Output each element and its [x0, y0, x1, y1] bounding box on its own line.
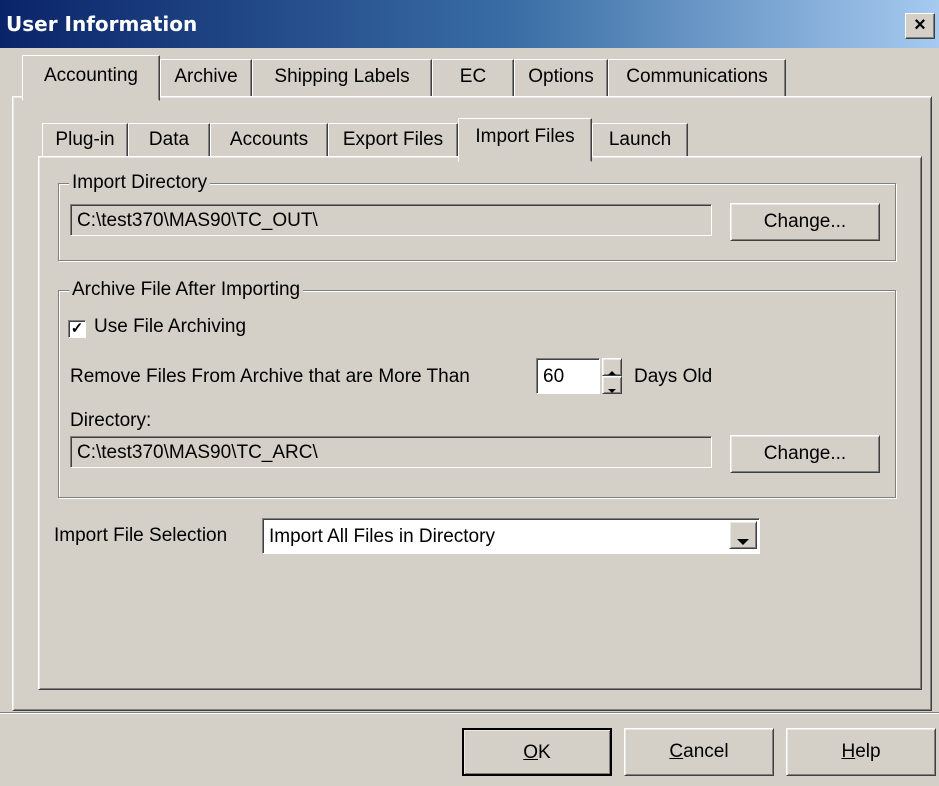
use-file-archiving-checkbox[interactable]: ✓ [68, 320, 86, 338]
days-old-label: Days Old [634, 366, 713, 387]
help-button[interactable]: Help [786, 728, 936, 776]
tab-accounts[interactable]: Accounts [210, 123, 328, 159]
close-icon: × [914, 14, 926, 36]
tab-import-files[interactable]: Import Files [458, 118, 592, 162]
window-title: User Information [6, 12, 198, 36]
spin-down-icon [608, 389, 616, 393]
tab-plug-in[interactable]: Plug-in [42, 123, 128, 159]
import-directory-path-field[interactable]: C:\test370\MAS90\TC_OUT\ [70, 204, 712, 236]
tab-archive[interactable]: Archive [160, 59, 252, 97]
use-file-archiving-label[interactable]: Use File Archiving [94, 316, 246, 338]
remove-files-label: Remove Files From Archive that are More … [70, 366, 470, 387]
close-button[interactable]: × [905, 13, 935, 39]
spin-up-icon [608, 371, 616, 375]
tab-export-files[interactable]: Export Files [328, 123, 458, 159]
import-directory-change-button[interactable]: Change... [730, 203, 880, 241]
archive-directory-label: Directory: [70, 410, 152, 431]
footer-divider [0, 712, 939, 714]
import-directory-legend: Import Directory [69, 172, 211, 194]
tab-options[interactable]: Options [514, 59, 608, 97]
chevron-down-icon [737, 539, 749, 545]
import-file-selection-label: Import File Selection [54, 525, 228, 546]
archive-directory-path-field[interactable]: C:\test370\MAS90\TC_ARC\ [70, 436, 712, 468]
tab-accounting[interactable]: Accounting [22, 55, 160, 101]
tab-data[interactable]: Data [128, 123, 210, 159]
import-file-selection-dropdown[interactable]: Import All Files in Directory [262, 518, 760, 554]
archive-legend: Archive File After Importing [69, 279, 304, 301]
checkmark-icon: ✓ [70, 320, 84, 337]
dropdown-arrow-button[interactable] [729, 521, 757, 549]
tab-communications[interactable]: Communications [608, 59, 786, 97]
days-input[interactable]: 60 [536, 358, 600, 394]
cancel-button[interactable]: Cancel [624, 728, 774, 776]
tab-launch[interactable]: Launch [592, 123, 688, 159]
days-spin-down-button[interactable] [602, 376, 622, 394]
ok-button[interactable]: OK [462, 728, 612, 776]
title-bar[interactable]: User Information × [0, 0, 939, 48]
tab-shipping-labels[interactable]: Shipping Labels [252, 59, 432, 97]
archive-directory-change-button[interactable]: Change... [730, 435, 880, 473]
tab-ec[interactable]: EC [432, 59, 514, 97]
days-spin-up-button[interactable] [602, 358, 622, 376]
